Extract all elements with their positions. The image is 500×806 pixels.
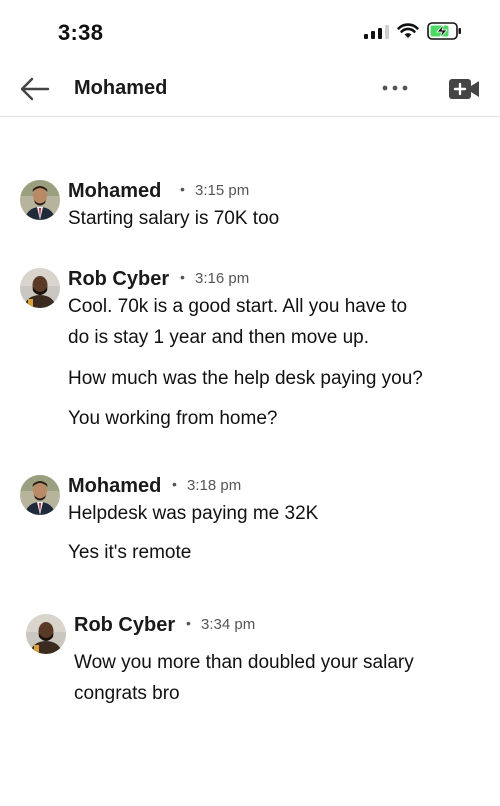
- message-timestamp: 3:15 pm: [195, 182, 250, 199]
- status-time: 3:38: [58, 20, 104, 45]
- message-text: Cool. 70k is a good start. All you have …: [68, 296, 408, 317]
- message-timestamp: 3:34 pm: [201, 616, 256, 633]
- status-icons: [364, 22, 463, 40]
- avatar[interactable]: [26, 614, 66, 654]
- video-plus-icon[interactable]: [448, 77, 480, 101]
- avatar[interactable]: [20, 475, 60, 515]
- status-bar: 3:38: [0, 0, 500, 62]
- cellular-signal-icon: [364, 23, 389, 39]
- message-text: congrats bro: [74, 683, 180, 704]
- avatar[interactable]: [20, 268, 60, 308]
- message-text: Yes it's remote: [68, 542, 192, 563]
- separator-dot: •: [180, 269, 185, 285]
- message-text: How much was the help desk paying you?: [68, 368, 423, 389]
- wifi-icon: [397, 23, 419, 38]
- message-sender[interactable]: Rob Cyber: [74, 614, 175, 637]
- message-sender[interactable]: Mohamed: [68, 180, 161, 203]
- message-sender[interactable]: Rob Cyber: [68, 268, 169, 291]
- arrow-left-icon[interactable]: [18, 74, 52, 104]
- message-text: Wow you more than doubled your salary: [74, 652, 414, 673]
- message-timestamp: 3:16 pm: [195, 270, 250, 287]
- more-horizontal-icon[interactable]: [380, 76, 410, 100]
- message-text: Starting salary is 70K too: [68, 208, 280, 229]
- message-text: Helpdesk was paying me 32K: [68, 503, 319, 524]
- conversation-header: Mohamed: [0, 62, 500, 117]
- separator-dot: •: [172, 476, 177, 492]
- separator-dot: •: [186, 615, 191, 631]
- message-sender[interactable]: Mohamed: [68, 475, 161, 498]
- message-text: You working from home?: [68, 408, 278, 429]
- separator-dot: •: [180, 181, 185, 197]
- message-timestamp: 3:18 pm: [187, 477, 242, 494]
- avatar[interactable]: [20, 180, 60, 220]
- message-text: do is stay 1 year and then move up.: [68, 327, 370, 348]
- conversation-title[interactable]: Mohamed: [74, 77, 167, 100]
- battery-charging-icon: [427, 22, 461, 40]
